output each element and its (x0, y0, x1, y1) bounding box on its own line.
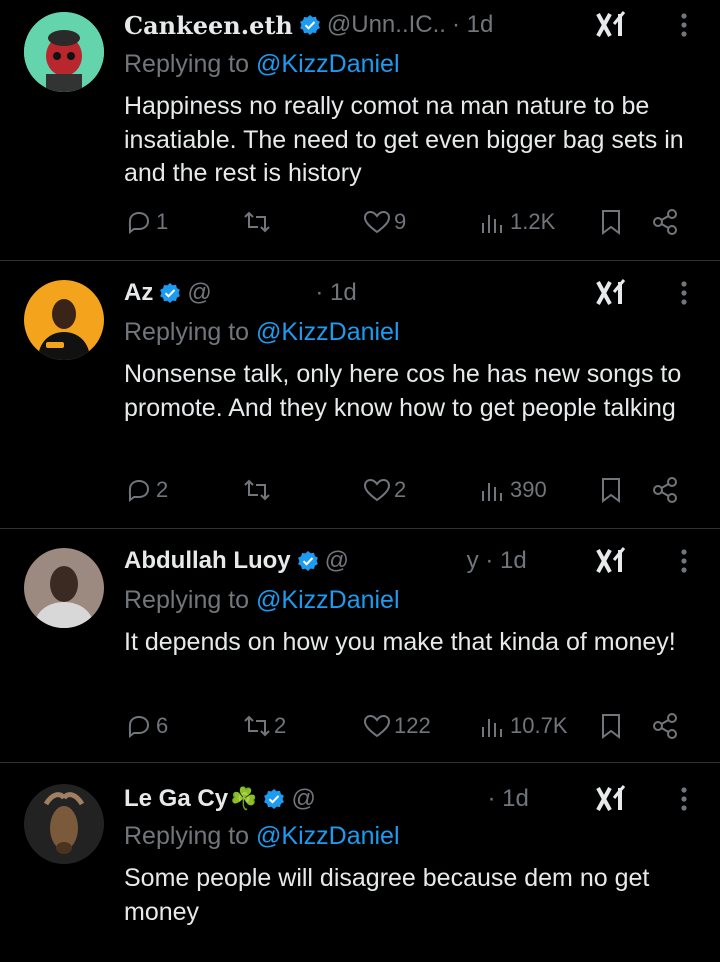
replying-to: Replying to @KizzDaniel (124, 50, 400, 79)
retweet-button[interactable] (242, 202, 274, 242)
replying-to: Replying to @KizzDaniel (124, 822, 400, 851)
replying-prefix: Replying to (124, 586, 250, 614)
avatar[interactable] (24, 280, 104, 360)
share-button[interactable] (650, 470, 680, 510)
grok-icon[interactable] (594, 278, 630, 308)
replying-prefix: Replying to (124, 822, 250, 850)
tweet-text: Nonsense talk, only here cos he has new … (124, 360, 682, 422)
display-name[interactable]: Az (124, 279, 153, 307)
retweet-count: 2 (274, 713, 287, 738)
retweet-icon (244, 479, 270, 501)
display-name[interactable]: Cankeen.eth (124, 11, 293, 40)
tweet-item[interactable]: Cankeen.eth @Unn..IC.. · 1d Replying to … (0, 0, 720, 261)
mention-link[interactable]: @KizzDaniel (256, 318, 399, 346)
handle[interactable]: @ (187, 279, 309, 307)
verified-badge-icon (264, 789, 285, 809)
timestamp[interactable]: y · 1d (467, 547, 527, 575)
like-icon (363, 714, 391, 738)
handle[interactable]: @Unn..IC.. (327, 11, 446, 39)
share-button[interactable] (650, 202, 680, 242)
like-icon (363, 210, 391, 234)
reply-button[interactable]: 6 (124, 706, 168, 746)
tweet-item[interactable]: Az @ · 1d Replying to @KizzDaniel Nonsen… (0, 260, 720, 529)
verified-badge-icon (160, 283, 181, 303)
bookmark-button[interactable] (596, 202, 626, 242)
bookmark-icon (602, 210, 620, 235)
like-button[interactable]: 122 (362, 706, 431, 746)
mention-link[interactable]: @KizzDaniel (256, 586, 399, 614)
bookmark-icon (602, 478, 620, 503)
tweet-item[interactable]: Le Ga Cy ☘️ @ · 1d Replying to @KizzDani… (0, 762, 720, 962)
reply-count: 6 (156, 713, 169, 738)
verified-badge-icon (299, 15, 320, 35)
tweet-text: Happiness no really comot na man nature … (124, 92, 684, 187)
share-icon (653, 477, 677, 503)
replying-to: Replying to @KizzDaniel (124, 318, 400, 347)
views-icon (482, 719, 502, 737)
mention-link[interactable]: @KizzDaniel (256, 50, 399, 78)
bookmark-icon (602, 714, 620, 739)
timestamp[interactable]: · 1d (487, 785, 528, 813)
more-icon[interactable] (678, 278, 690, 308)
views-count: 10.7K (510, 713, 568, 738)
bookmark-button[interactable] (596, 706, 626, 746)
like-button[interactable]: 9 (362, 202, 406, 242)
like-count: 122 (394, 713, 431, 738)
views-button[interactable]: 10.7K (478, 706, 568, 746)
reply-button[interactable]: 1 (124, 202, 168, 242)
handle[interactable]: @ (325, 547, 461, 575)
like-icon (363, 478, 391, 502)
handle[interactable]: @ (291, 785, 481, 813)
timestamp[interactable]: · 1d (452, 11, 493, 39)
avatar[interactable] (24, 548, 104, 628)
replying-prefix: Replying to (124, 318, 250, 346)
like-button[interactable]: 2 (362, 470, 406, 510)
views-count: 390 (510, 477, 547, 502)
retweet-icon (244, 211, 270, 233)
tweet-text: Some people will disagree because dem no… (124, 864, 650, 926)
timestamp[interactable]: · 1d (315, 279, 356, 307)
tweet-text: It depends on how you make that kinda of… (124, 628, 676, 656)
views-icon (482, 483, 502, 501)
grok-icon[interactable] (594, 784, 630, 814)
mention-link[interactable]: @KizzDaniel (256, 822, 399, 850)
reply-icon (128, 479, 150, 502)
share-button[interactable] (650, 706, 680, 746)
share-icon (653, 209, 677, 235)
retweet-button[interactable] (242, 470, 274, 510)
views-button[interactable]: 390 (478, 470, 547, 510)
bookmark-button[interactable] (596, 470, 626, 510)
retweet-button[interactable]: 2 (242, 706, 286, 746)
views-icon (482, 215, 502, 233)
replying-to: Replying to @KizzDaniel (124, 586, 400, 615)
share-icon (653, 713, 677, 739)
more-icon[interactable] (678, 10, 690, 40)
reply-count: 1 (156, 209, 169, 234)
more-icon[interactable] (678, 546, 690, 576)
avatar[interactable] (24, 784, 104, 864)
grok-icon[interactable] (594, 10, 630, 40)
tweet-item[interactable]: Abdullah Luoy @ y · 1d Replying to @Kizz… (0, 528, 720, 763)
like-count: 2 (394, 477, 407, 502)
display-name[interactable]: Abdullah Luoy (124, 547, 291, 575)
replying-prefix: Replying to (124, 50, 250, 78)
retweet-icon (244, 715, 270, 737)
reply-icon (128, 715, 150, 738)
clover-emoji: ☘️ (230, 786, 258, 811)
verified-badge-icon (297, 551, 318, 571)
views-button[interactable]: 1.2K (478, 202, 555, 242)
reply-count: 2 (156, 477, 169, 502)
grok-icon[interactable] (594, 546, 630, 576)
views-count: 1.2K (510, 209, 556, 234)
reply-button[interactable]: 2 (124, 470, 168, 510)
avatar[interactable] (24, 12, 104, 92)
reply-icon (128, 211, 150, 234)
more-icon[interactable] (678, 784, 690, 814)
display-name[interactable]: Le Ga Cy (124, 785, 228, 813)
like-count: 9 (394, 209, 407, 234)
